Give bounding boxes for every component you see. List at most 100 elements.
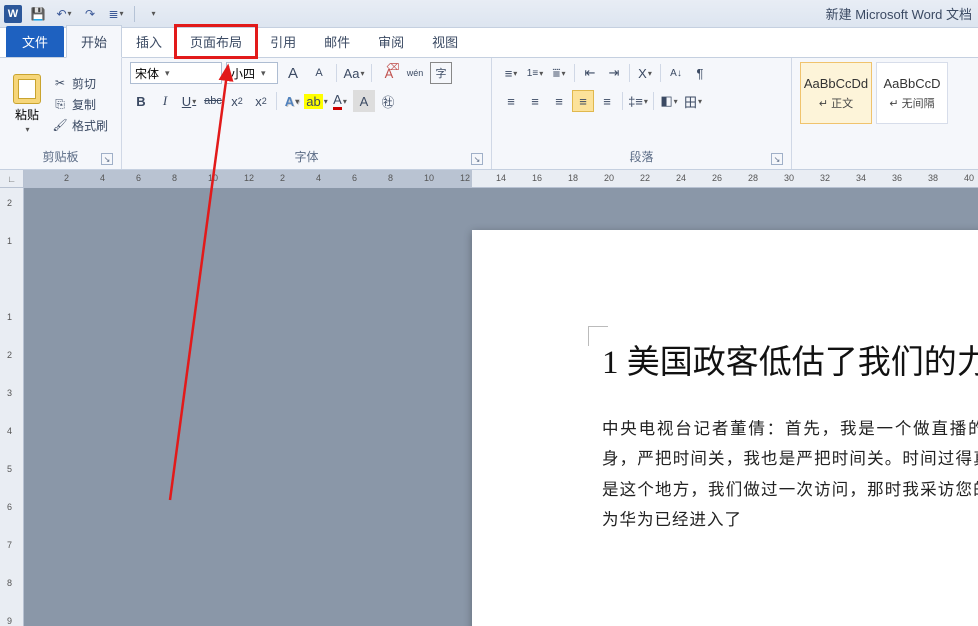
document-canvas[interactable]: 1 美国政客低估了我们的力量 中央电视台记者董倩：首先，我是一个做直播的记者，您… bbox=[24, 188, 978, 626]
separator bbox=[371, 64, 372, 82]
save-button[interactable]: 💾 bbox=[28, 4, 48, 24]
separator bbox=[660, 64, 661, 82]
bullets-button[interactable]: ≡▾ bbox=[500, 62, 522, 84]
align-center-button[interactable]: ≡ bbox=[524, 90, 546, 112]
style-no-spacing[interactable]: AaBbCcD ↵ 无间隔 bbox=[876, 62, 948, 124]
dialog-launcher-font[interactable]: ↘ bbox=[471, 153, 483, 165]
document-heading: 1 美国政客低估了我们的力量 bbox=[602, 340, 978, 388]
document-body-text: 中央电视台记者董倩：首先，我是一个做直播的记者，您是军人出身，严把时间关，我也是… bbox=[602, 414, 978, 536]
quick-access-toolbar: 💾 ↶▾ ↷ ≣▾ ▾ bbox=[28, 4, 163, 24]
character-border-button[interactable]: 字 bbox=[430, 62, 452, 84]
shading-button[interactable]: ◧▾ bbox=[658, 90, 680, 112]
tab-mailings[interactable]: 邮件 bbox=[310, 26, 364, 57]
superscript-button[interactable]: x2 bbox=[250, 90, 272, 112]
tab-home[interactable]: 开始 bbox=[66, 25, 122, 58]
shrink-font-button[interactable]: A bbox=[308, 62, 330, 84]
align-justify-button[interactable]: ≡ bbox=[572, 90, 594, 112]
group-styles: AaBbCcDd ↵ 正文 AaBbCcD ↵ 无间隔 bbox=[792, 58, 978, 169]
paste-button[interactable]: 粘贴 ▾ bbox=[8, 62, 46, 146]
style-name: ↵ 无间隔 bbox=[889, 95, 934, 111]
format-painter-button[interactable]: 🖌格式刷 bbox=[52, 117, 108, 134]
grow-font-button[interactable]: A bbox=[282, 62, 304, 84]
chevron-down-icon: ▾ bbox=[151, 9, 155, 18]
align-right-button[interactable]: ≡ bbox=[548, 90, 570, 112]
format-painter-label: 格式刷 bbox=[72, 117, 108, 134]
copy-label: 复制 bbox=[72, 96, 96, 113]
group-paragraph: ≡▾ 1≡▾ ⩸▾ ⇤ ⇥ X▾ A↓ ¶ ≡ ≡ ≡ ≡ ≡ ‡≡▾ bbox=[492, 58, 792, 169]
decrease-indent-button[interactable]: ⇤ bbox=[579, 62, 601, 84]
paste-icon bbox=[13, 74, 41, 104]
line-spacing-button[interactable]: ‡≡▾ bbox=[627, 90, 649, 112]
word-app-icon: W bbox=[4, 5, 22, 23]
group-clipboard: 粘贴 ▾ ✂剪切 ⎘ 复制 🖌格式刷 剪贴板↘ bbox=[0, 58, 122, 169]
phonetic-guide-button[interactable]: wén bbox=[404, 62, 426, 84]
change-case-button[interactable]: Aa▾ bbox=[343, 62, 365, 84]
tab-page-layout[interactable]: 页面布局 bbox=[176, 26, 256, 57]
borders-button[interactable]: 田▾ bbox=[682, 90, 704, 112]
margin-corner-mark bbox=[588, 326, 608, 346]
title-bar: W 💾 ↶▾ ↷ ≣▾ ▾ 新建 Microsoft Word 文档 bbox=[0, 0, 978, 28]
group-label-clipboard: 剪贴板↘ bbox=[8, 146, 113, 167]
multilevel-list-button[interactable]: ⩸▾ bbox=[548, 62, 570, 84]
ribbon-tabs: 文件 开始 插入 页面布局 引用 邮件 审阅 视图 bbox=[0, 28, 978, 58]
style-preview: AaBbCcDd bbox=[804, 76, 868, 91]
chevron-down-icon: ▾ bbox=[68, 9, 72, 18]
highlight-button[interactable]: ab▾ bbox=[305, 90, 327, 112]
cut-button[interactable]: ✂剪切 bbox=[52, 75, 108, 92]
text-effects-button[interactable]: A▾ bbox=[281, 90, 303, 112]
enclosed-characters-button[interactable]: ㊓ bbox=[377, 90, 399, 112]
scissors-icon: ✂ bbox=[52, 76, 68, 90]
separator bbox=[629, 64, 630, 82]
font-name-combo[interactable]: 宋体 ▾ bbox=[130, 62, 222, 84]
chevron-down-icon: ▾ bbox=[120, 9, 124, 18]
align-distribute-button[interactable]: ≡ bbox=[596, 90, 618, 112]
align-left-button[interactable]: ≡ bbox=[500, 90, 522, 112]
undo-button[interactable]: ↶▾ bbox=[54, 4, 74, 24]
style-preview: AaBbCcD bbox=[883, 76, 940, 91]
page[interactable]: 1 美国政客低估了我们的力量 中央电视台记者董倩：首先，我是一个做直播的记者，您… bbox=[472, 230, 978, 626]
undo-icon: ↶ bbox=[56, 7, 66, 21]
style-normal[interactable]: AaBbCcDd ↵ 正文 bbox=[800, 62, 872, 124]
character-shading-button[interactable]: A bbox=[353, 90, 375, 112]
qat-customize-button[interactable]: ▾ bbox=[143, 4, 163, 24]
font-size-value: 小四 bbox=[231, 65, 255, 82]
underline-button[interactable]: U▾ bbox=[178, 90, 200, 112]
separator bbox=[622, 92, 623, 110]
chevron-down-icon: ▾ bbox=[261, 68, 266, 79]
font-name-value: 宋体 bbox=[135, 65, 159, 82]
asian-layout-button[interactable]: X▾ bbox=[634, 62, 656, 84]
clear-formatting-button[interactable]: A⌫ bbox=[378, 62, 400, 84]
list-style-button[interactable]: ≣▾ bbox=[106, 4, 126, 24]
style-name: ↵ 正文 bbox=[819, 95, 853, 111]
separator bbox=[336, 64, 337, 82]
sort-button[interactable]: A↓ bbox=[665, 62, 687, 84]
strikethrough-button[interactable]: abc bbox=[202, 90, 224, 112]
ruler-corner[interactable]: ∟ bbox=[0, 170, 24, 188]
vertical-ruler[interactable]: 21123456789 bbox=[0, 188, 24, 626]
font-size-combo[interactable]: 小四 ▾ bbox=[226, 62, 278, 84]
chevron-down-icon: ▾ bbox=[165, 68, 170, 79]
bold-button[interactable]: B bbox=[130, 90, 152, 112]
tab-file[interactable]: 文件 bbox=[6, 26, 64, 57]
copy-icon: ⎘ bbox=[52, 97, 68, 111]
chevron-down-icon: ▾ bbox=[25, 125, 29, 134]
group-label-paragraph: 段落↘ bbox=[500, 146, 783, 167]
show-marks-button[interactable]: ¶ bbox=[689, 62, 711, 84]
separator bbox=[653, 92, 654, 110]
redo-button[interactable]: ↷ bbox=[80, 4, 100, 24]
tab-insert[interactable]: 插入 bbox=[122, 26, 176, 57]
tab-references[interactable]: 引用 bbox=[256, 26, 310, 57]
tab-review[interactable]: 审阅 bbox=[364, 26, 418, 57]
tab-view[interactable]: 视图 bbox=[418, 26, 472, 57]
document-area: ∟ 24681012246810121416182022242628303234… bbox=[0, 170, 978, 626]
group-label-font: 字体↘ bbox=[130, 146, 483, 167]
copy-button[interactable]: ⎘ 复制 bbox=[52, 96, 108, 113]
horizontal-ruler[interactable]: 2468101224681012141618202224262830323436… bbox=[24, 170, 978, 188]
dialog-launcher-paragraph[interactable]: ↘ bbox=[771, 153, 783, 165]
font-color-button[interactable]: A▾ bbox=[329, 90, 351, 112]
increase-indent-button[interactable]: ⇥ bbox=[603, 62, 625, 84]
italic-button[interactable]: I bbox=[154, 90, 176, 112]
numbering-button[interactable]: 1≡▾ bbox=[524, 62, 546, 84]
dialog-launcher-clipboard[interactable]: ↘ bbox=[101, 153, 113, 165]
subscript-button[interactable]: x2 bbox=[226, 90, 248, 112]
